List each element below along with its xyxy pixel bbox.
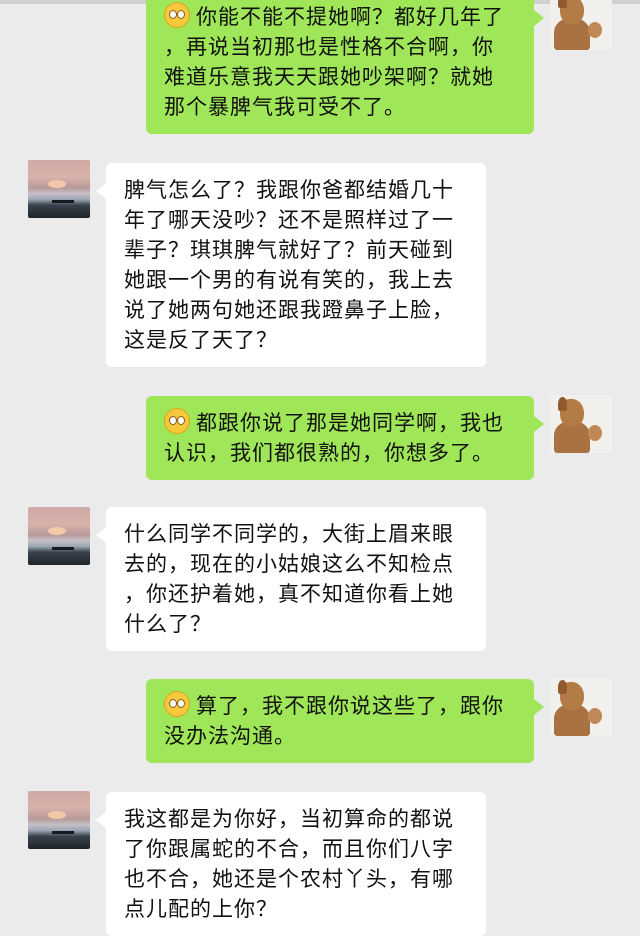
contact-avatar[interactable] <box>28 507 90 565</box>
sunset-icon <box>48 811 66 819</box>
puppy-icon <box>588 708 602 724</box>
message-line: 我这都是为你好，当初算命的都说 <box>124 807 454 831</box>
my-avatar[interactable] <box>550 0 612 50</box>
message-line: 去的，现在的小姑娘这么不知检点 <box>124 552 454 576</box>
message-line: 算了，我不跟你说这些了，跟你 <box>164 691 518 721</box>
message-line: 什么同学不同学的，大街上眉来眼 <box>124 522 454 546</box>
message-line: 没办法沟通。 <box>164 724 296 748</box>
message-line: ，再说当初那也是性格不合啊，你 <box>164 35 494 59</box>
contact-avatar[interactable] <box>28 160 90 218</box>
message-text: 你能不能不提她啊？都好几年了 <box>196 5 504 29</box>
message-line: 也不合，她还是个农村丫头，有哪 <box>124 867 454 891</box>
message-bubble-received[interactable]: 什么同学不同学的，大街上眉来眼 去的，现在的小姑娘这么不知检点 ，你还护着她，真… <box>96 507 486 651</box>
boat-icon <box>52 200 74 203</box>
puppy-icon <box>588 22 602 38</box>
message-line: 什么了？ <box>124 612 212 636</box>
message-line: 那个暴脾气我可受不了。 <box>164 95 406 119</box>
relieved-face-icon <box>164 691 190 717</box>
message-line: 难道乐意我天天跟她吵架啊？就她 <box>164 65 494 89</box>
message-line: 点儿配的上你？ <box>124 897 278 921</box>
message-line: 辈子？琪琪脾气就好了？前天碰到 <box>124 238 454 262</box>
message-bubble-sent[interactable]: 你能不能不提她啊？都好几年了 ，再说当初那也是性格不合啊，你 难道乐意我天天跟她… <box>146 0 544 134</box>
my-avatar[interactable] <box>550 395 612 453</box>
message-line: 年了哪天没吵？还不是照样过了一 <box>124 208 454 232</box>
message-bubble-received[interactable]: 脾气怎么了？我跟你爸都结婚几十 年了哪天没吵？还不是照样过了一 辈子？琪琪脾气就… <box>96 163 486 367</box>
message-bubble-sent[interactable]: 都跟你说了那是她同学啊，我也 认识，我们都很熟的，你想多了。 <box>146 396 544 480</box>
dog-ear-icon <box>558 397 567 411</box>
puppy-icon <box>588 425 602 441</box>
message-text: 算了，我不跟你说这些了，跟你 <box>196 694 504 718</box>
my-avatar[interactable] <box>550 678 612 736</box>
message-line: 这是反了天了？ <box>124 328 278 352</box>
face-with-raised-eyebrow-icon <box>164 2 190 28</box>
message-line: 她跟一个男的有说有笑的，我上去 <box>124 268 454 292</box>
message-line: 说了她两句她还跟我蹬鼻子上脸， <box>124 298 454 322</box>
message-line: 都跟你说了那是她同学啊，我也 <box>164 408 518 438</box>
message-line: ，你还护着她，真不知道你看上她 <box>124 582 454 606</box>
boat-icon <box>52 547 74 550</box>
message-text: 都跟你说了那是她同学啊，我也 <box>196 411 504 435</box>
dog-ear-icon <box>558 680 567 694</box>
message-line: 脾气怎么了？我跟你爸都结婚几十 <box>124 178 454 202</box>
message-line: 认识，我们都很熟的，你想多了。 <box>164 441 494 465</box>
message-line: 你能不能不提她啊？都好几年了 <box>164 2 518 32</box>
sunset-icon <box>48 527 66 535</box>
message-line: 了你跟属蛇的不合，而且你们八字 <box>124 837 454 861</box>
sunset-icon <box>48 180 66 188</box>
message-bubble-received[interactable]: 我这都是为你好，当初算命的都说 了你跟属蛇的不合，而且你们八字 也不合，她还是个… <box>96 792 486 936</box>
dog-ear-icon <box>558 0 567 8</box>
message-bubble-sent[interactable]: 算了，我不跟你说这些了，跟你 没办法沟通。 <box>146 679 544 763</box>
boat-icon <box>52 831 74 834</box>
contact-avatar[interactable] <box>28 791 90 849</box>
flushed-face-icon <box>164 408 190 434</box>
